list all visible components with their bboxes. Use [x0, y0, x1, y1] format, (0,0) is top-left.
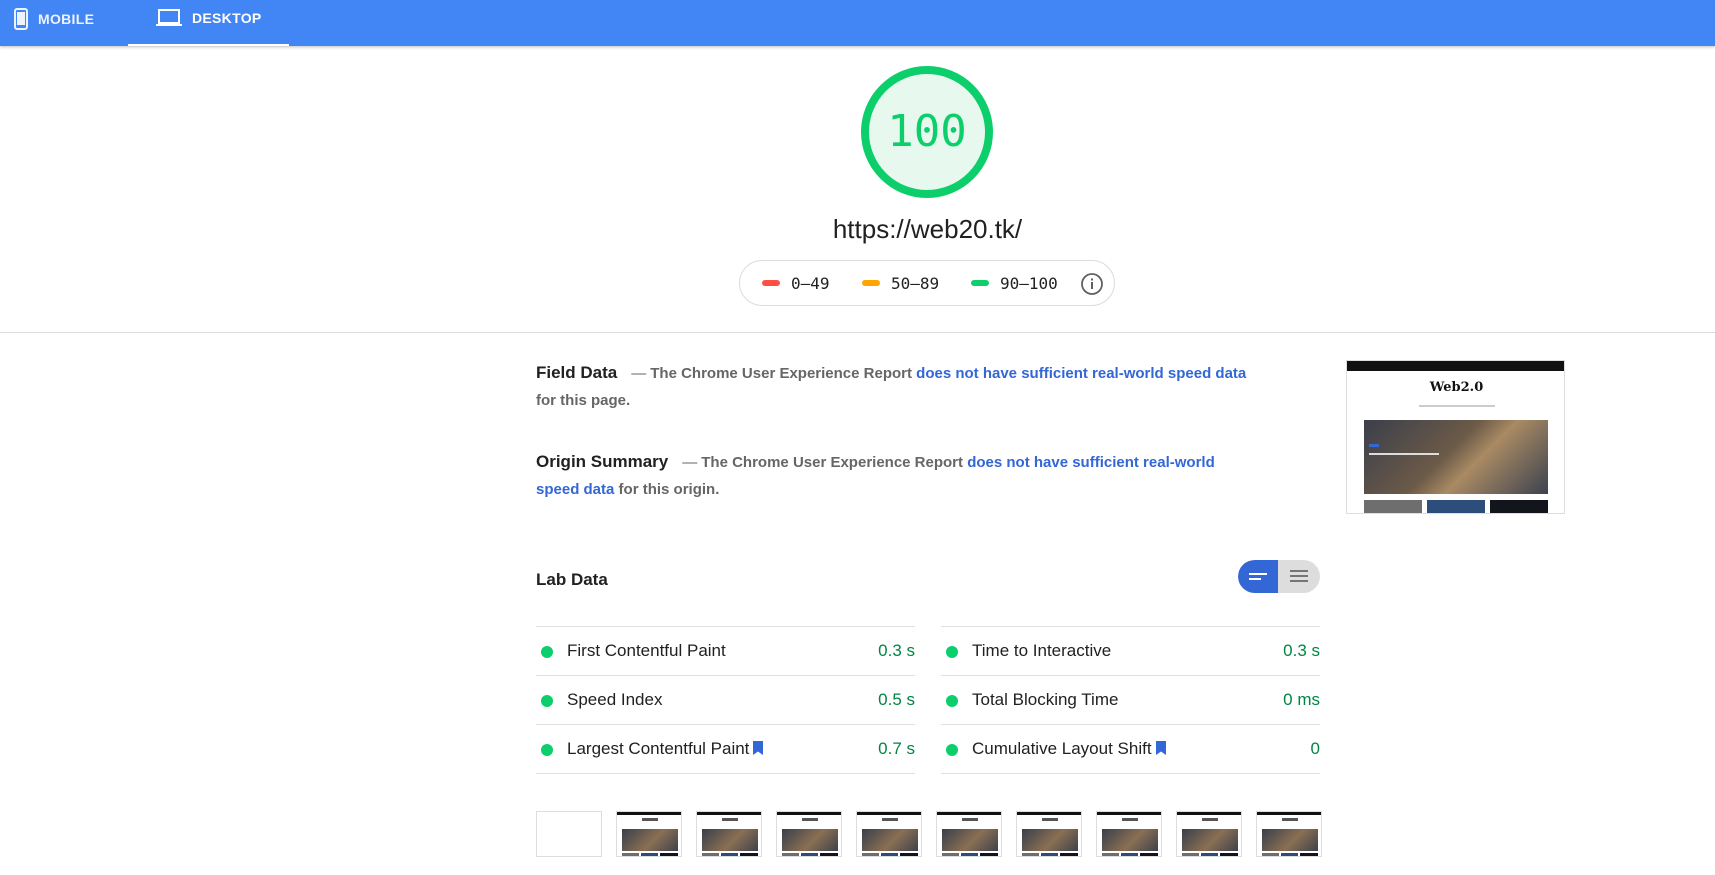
field-data-link[interactable]: does not have sufficient real-world spee…	[916, 365, 1246, 382]
tab-mobile-label: MOBILE	[38, 11, 95, 27]
pass-indicator-icon	[541, 695, 553, 707]
metric-name: First Contentful Paint	[567, 641, 726, 660]
metric-value: 0.3 s	[1283, 641, 1320, 660]
pass-indicator-icon	[946, 646, 958, 658]
bookmark-icon[interactable]	[753, 741, 764, 755]
header-divider	[0, 332, 1715, 333]
lab-data-title: Lab Data	[536, 570, 608, 589]
origin-summary-pre: The Chrome User Experience Report	[701, 454, 964, 471]
info-icon[interactable]	[1080, 272, 1104, 296]
final-screenshot: Web2.0	[1346, 360, 1565, 514]
field-data-post: for this page.	[536, 392, 631, 409]
metric-name: Total Blocking Time	[972, 690, 1119, 709]
metric-view-toggle	[1238, 560, 1320, 593]
metric-total-blocking-time: Total Blocking Time 0 ms	[941, 675, 1320, 724]
screenshot-site-title: Web2.0	[1429, 380, 1484, 395]
legend-pass-label: 90–100	[1000, 273, 1058, 293]
filmstrip-frame	[1256, 811, 1322, 857]
origin-summary-title: Origin Summary	[536, 452, 669, 471]
compact-lines-icon	[1249, 573, 1267, 580]
metric-name-wrap: Largest Contentful Paint	[567, 739, 764, 759]
legend-fail-label: 0–49	[791, 273, 830, 293]
device-tab-bar: MOBILE DESKTOP	[0, 0, 1715, 46]
field-data-section: Field Data — The Chrome User Experience Re…	[536, 363, 1247, 409]
legend-average-label: 50–89	[891, 273, 940, 293]
metric-first-contentful-paint: First Contentful Paint 0.3 s	[536, 626, 915, 675]
bookmark-icon[interactable]	[1155, 741, 1166, 755]
origin-summary-post: for this origin.	[618, 481, 720, 498]
metric-name: Largest Contentful Paint	[567, 739, 750, 758]
toggle-expanded-view[interactable]	[1279, 560, 1320, 593]
legend-fail-swatch	[762, 280, 780, 286]
filmstrip-frame	[696, 811, 762, 857]
filmstrip-frame	[936, 811, 1002, 857]
metric-name-wrap: Cumulative Layout Shift	[972, 739, 1166, 759]
tab-desktop-label: DESKTOP	[192, 10, 262, 26]
metric-speed-index: Speed Index 0.5 s	[536, 675, 915, 724]
performance-score: 100	[887, 106, 967, 157]
legend-item-pass: 90–100	[971, 261, 1058, 305]
legend-pass-swatch	[971, 280, 989, 286]
metric-name: Cumulative Layout Shift	[972, 739, 1152, 758]
legend-item-average: 50–89	[862, 261, 939, 305]
filmstrip-frame	[536, 811, 602, 857]
filmstrip	[536, 811, 1322, 858]
metric-value: 0	[1310, 739, 1320, 758]
tab-mobile[interactable]: MOBILE	[0, 0, 128, 46]
mobile-phone-icon	[14, 8, 28, 30]
tested-url: https://web20.tk/	[832, 214, 1023, 244]
metrics-right-column: Time to Interactive 0.3 s Total Blocking…	[941, 626, 1320, 774]
filmstrip-frame	[856, 811, 922, 857]
metric-value: 0.3 s	[878, 641, 915, 660]
expanded-lines-icon	[1290, 570, 1308, 582]
metric-cumulative-layout-shift: Cumulative Layout Shift 0	[941, 724, 1320, 774]
field-data-pre: The Chrome User Experience Report	[650, 365, 912, 382]
tab-desktop[interactable]: DESKTOP	[128, 0, 289, 46]
metric-time-to-interactive: Time to Interactive 0.3 s	[941, 626, 1320, 675]
metric-value: 0 ms	[1283, 690, 1320, 709]
metric-name: Speed Index	[567, 690, 663, 709]
filmstrip-frame	[776, 811, 842, 857]
pass-indicator-icon	[541, 646, 553, 658]
filmstrip-frame	[1176, 811, 1242, 857]
pass-indicator-icon	[946, 744, 958, 756]
filmstrip-frame	[1096, 811, 1162, 857]
legend-item-fail: 0–49	[762, 261, 830, 305]
metrics-left-column: First Contentful Paint 0.3 s Speed Index…	[536, 626, 915, 774]
metric-largest-contentful-paint: Largest Contentful Paint 0.7 s	[536, 724, 915, 774]
toggle-compact-view[interactable]	[1238, 560, 1278, 593]
filmstrip-frame	[616, 811, 682, 857]
legend-average-swatch	[862, 280, 880, 286]
metric-name: Time to Interactive	[972, 641, 1112, 660]
score-legend: 0–49 50–89 90–100	[739, 260, 1115, 306]
laptop-icon	[156, 9, 182, 26]
origin-summary-section: Origin Summary — The Chrome User Experienc…	[536, 452, 1215, 498]
pass-indicator-icon	[946, 695, 958, 707]
metric-value: 0.5 s	[878, 690, 915, 709]
filmstrip-frame	[1016, 811, 1082, 857]
metric-value: 0.7 s	[878, 739, 915, 758]
pass-indicator-icon	[541, 744, 553, 756]
field-data-title: Field Data	[536, 363, 618, 382]
